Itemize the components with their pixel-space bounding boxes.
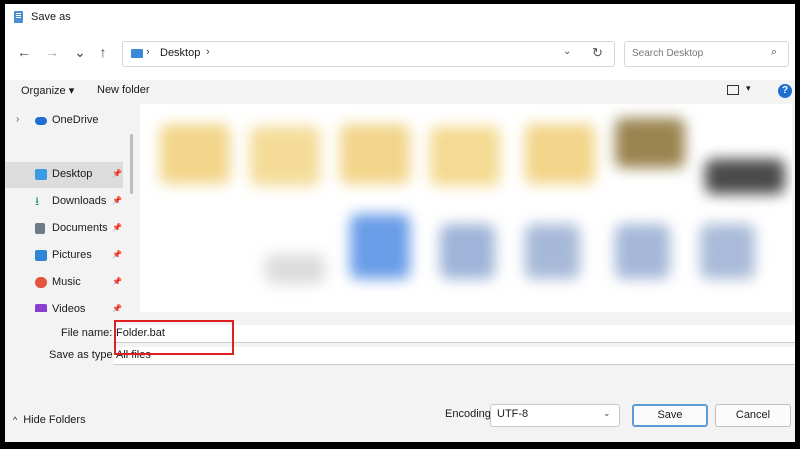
expand-chevron-icon[interactable]: › <box>16 114 19 125</box>
file-list-area[interactable] <box>140 104 792 312</box>
encoding-label: Encoding: <box>445 408 494 420</box>
breadcrumb-separator[interactable]: › <box>146 46 150 58</box>
encoding-value: UTF-8 <box>497 408 529 420</box>
search-placeholder: Search Desktop <box>632 48 704 59</box>
dialog-footer: ^ Hide Folders Encoding: UTF-8 ⌄ Save Can… <box>5 387 795 442</box>
sidebar-item-music[interactable]: Music 📌 <box>5 270 123 296</box>
blurred-folder[interactable] <box>250 126 320 186</box>
help-icon[interactable]: ? <box>778 84 792 98</box>
blurred-file[interactable] <box>265 254 325 284</box>
chevron-down-icon[interactable]: ⌄ <box>71 43 89 61</box>
address-bar[interactable]: › Desktop › ⌄ ↻ <box>122 41 615 67</box>
blurred-folder[interactable] <box>160 124 230 184</box>
navigation-pane: › OneDrive Desktop 📌 ⭳ Downloads 📌 Docum… <box>5 104 130 312</box>
scrollbar-thumb[interactable] <box>130 134 133 194</box>
save-as-dialog: Save as ← → ⌄ ↑ › Desktop › ⌄ ↻ Search D… <box>5 4 795 442</box>
pin-icon: 📌 <box>112 169 122 178</box>
sidebar-item-label: Downloads <box>52 195 107 207</box>
download-icon: ⭳ <box>35 194 40 208</box>
blurred-folder[interactable] <box>615 118 685 168</box>
sidebar-item-label: Videos <box>52 303 86 312</box>
cloud-icon <box>35 117 47 125</box>
up-button[interactable]: ↑ <box>94 43 112 61</box>
breadcrumb-separator[interactable]: › <box>206 46 210 58</box>
sidebar-item-videos[interactable]: Videos 📌 <box>5 297 123 312</box>
refresh-icon[interactable]: ↻ <box>592 45 603 61</box>
sidebar-item-onedrive[interactable]: › OneDrive <box>5 108 123 134</box>
view-dropdown-icon[interactable]: ▾ <box>746 83 751 94</box>
encoding-select[interactable]: UTF-8 ⌄ <box>490 404 620 427</box>
back-button[interactable]: ← <box>15 43 33 61</box>
sidebar-item-label: Documents <box>52 222 108 234</box>
sidebar-item-documents[interactable]: Documents 📌 <box>5 216 123 242</box>
blurred-file[interactable] <box>440 224 495 279</box>
blurred-file[interactable] <box>350 214 410 279</box>
cancel-button[interactable]: Cancel <box>715 404 791 427</box>
search-icon[interactable]: ⌕ <box>771 46 777 59</box>
command-bar: Organize ▾ New folder ▾ ? <box>5 80 795 104</box>
forward-button[interactable]: → <box>43 43 61 61</box>
view-icon[interactable] <box>727 85 739 95</box>
blurred-folder[interactable] <box>430 126 500 186</box>
notepad-icon <box>14 11 23 23</box>
save-as-type-label: Save as type: <box>49 349 116 361</box>
blurred-folder[interactable] <box>340 124 410 184</box>
pin-icon: 📌 <box>112 304 122 312</box>
address-history-dropdown-icon[interactable]: ⌄ <box>563 46 571 57</box>
blurred-file[interactable] <box>525 224 580 279</box>
pin-icon: 📌 <box>112 196 122 205</box>
blurred-folder[interactable] <box>525 124 595 184</box>
sidebar-item-label: Music <box>52 276 81 288</box>
search-input[interactable]: Search Desktop ⌕ <box>624 41 789 67</box>
new-folder-button[interactable]: New folder <box>97 84 150 96</box>
sidebar-item-label: OneDrive <box>52 114 99 126</box>
sidebar-item-label: Desktop <box>52 168 93 180</box>
blurred-file[interactable] <box>705 159 785 194</box>
breadcrumb-desktop[interactable]: Desktop <box>160 47 200 59</box>
videos-icon <box>35 304 47 312</box>
hide-folders-label: Hide Folders <box>23 414 86 426</box>
title-bar: Save as <box>5 4 795 30</box>
hide-folders-button[interactable]: ^ Hide Folders <box>13 414 86 426</box>
navigation-bar: ← → ⌄ ↑ › Desktop › ⌄ ↻ Search Desktop ⌕ <box>5 30 795 80</box>
blurred-file[interactable] <box>700 224 755 279</box>
sidebar-scrollbar[interactable] <box>129 104 134 312</box>
red-highlight-box <box>114 320 234 355</box>
sidebar-item-desktop[interactable]: Desktop 📌 <box>5 162 123 188</box>
pin-icon: 📌 <box>112 250 122 259</box>
sidebar-item-downloads[interactable]: ⭳ Downloads 📌 <box>5 189 123 215</box>
folder-icon <box>131 49 143 58</box>
window-title: Save as <box>31 11 71 23</box>
sidebar-item-pictures[interactable]: Pictures 📌 <box>5 243 123 269</box>
documents-icon <box>35 223 45 234</box>
blurred-file[interactable] <box>615 224 670 279</box>
pin-icon: 📌 <box>112 223 122 232</box>
music-icon <box>35 277 47 288</box>
file-name-label: File name: <box>61 327 113 339</box>
chevron-down-icon: ⌄ <box>603 408 611 418</box>
pictures-icon <box>35 250 47 261</box>
sidebar-item-label: Pictures <box>52 249 92 261</box>
save-button[interactable]: Save <box>632 404 708 427</box>
organize-button[interactable]: Organize ▾ <box>21 84 74 97</box>
pin-icon: 📌 <box>112 277 122 286</box>
desktop-icon <box>35 169 47 180</box>
chevron-up-icon: ^ <box>13 415 18 425</box>
